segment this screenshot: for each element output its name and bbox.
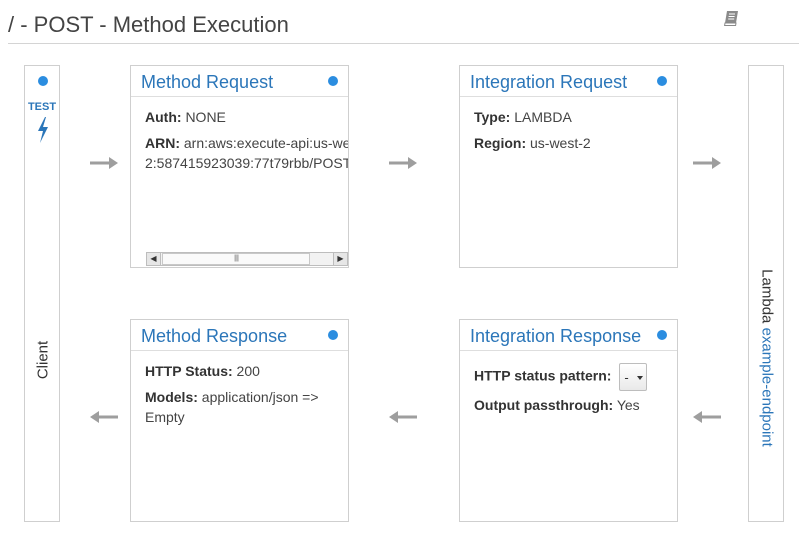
status-pattern-row: HTTP status pattern: - xyxy=(474,363,663,391)
chevron-down-icon xyxy=(637,376,644,380)
arn-label: ARN: xyxy=(145,135,180,151)
arrow-right-icon xyxy=(389,157,417,169)
integration-response-title[interactable]: Integration Response xyxy=(470,326,641,347)
scroll-left-arrow-icon[interactable]: ◀ xyxy=(147,253,161,265)
method-request-header[interactable]: Method Request xyxy=(131,66,348,97)
client-panel: TEST Client xyxy=(24,65,60,522)
status-pattern-label: HTTP status pattern: xyxy=(474,367,612,384)
test-link[interactable]: TEST xyxy=(25,101,59,113)
lambda-label: Lambda example-endpoint xyxy=(759,269,776,447)
arrow-right-icon xyxy=(693,157,721,169)
method-response-header[interactable]: Method Response xyxy=(131,320,348,351)
integration-response-header[interactable]: Integration Response xyxy=(460,320,677,351)
method-response-box: Method Response HTTP Status: 200 Models:… xyxy=(130,319,349,522)
passthrough-label: Output passthrough: xyxy=(474,397,614,413)
status-dot-icon xyxy=(328,330,338,340)
status-pattern-value: - xyxy=(624,370,629,385)
integration-response-box: Integration Response HTTP status pattern… xyxy=(459,319,678,522)
page-title: / - POST - Method Execution xyxy=(8,12,289,37)
auth-row: Auth: NONE xyxy=(145,107,334,127)
integration-request-header[interactable]: Integration Request xyxy=(460,66,677,97)
region-label: Region: xyxy=(474,135,527,151)
horizontal-scrollbar[interactable]: ◀ ||||| ▶ xyxy=(146,252,348,266)
auth-value: NONE xyxy=(185,109,226,125)
models-row: Models: application/json => Empty xyxy=(145,387,334,427)
integration-request-box: Integration Request Type: LAMBDA Region:… xyxy=(459,65,678,268)
status-pattern-select[interactable]: - xyxy=(619,363,648,391)
type-row: Type: LAMBDA xyxy=(474,107,663,127)
arn-row: ARN: arn:aws:execute-api:us-west-2:58741… xyxy=(145,133,348,173)
passthrough-value: Yes xyxy=(616,397,640,413)
method-request-box: Method Request Auth: NONE ARN: arn:aws:e… xyxy=(130,65,349,268)
method-response-title[interactable]: Method Response xyxy=(141,326,287,347)
arrow-left-icon xyxy=(389,411,417,423)
scrollbar-thumb[interactable]: ||||| xyxy=(162,253,310,265)
http-status-label: HTTP Status: xyxy=(145,363,233,379)
integration-request-title[interactable]: Integration Request xyxy=(470,72,627,93)
lambda-panel: Lambda example-endpoint xyxy=(748,65,784,522)
status-dot-icon xyxy=(328,76,338,86)
models-label: Models: xyxy=(145,389,198,405)
type-label: Type: xyxy=(474,109,511,125)
arrow-right-icon xyxy=(90,157,118,169)
passthrough-row: Output passthrough: Yes xyxy=(474,395,663,415)
lambda-prefix: Lambda xyxy=(758,269,776,324)
scroll-right-arrow-icon[interactable]: ▶ xyxy=(333,253,347,265)
method-request-title[interactable]: Method Request xyxy=(141,72,273,93)
client-label: Client xyxy=(34,340,52,380)
http-status-row: HTTP Status: 200 xyxy=(145,361,334,381)
status-dot-icon xyxy=(657,330,667,340)
lightning-bolt-icon[interactable] xyxy=(33,116,53,144)
client-status-dot-icon xyxy=(38,76,48,86)
region-row: Region: us-west-2 xyxy=(474,133,663,153)
auth-label: Auth: xyxy=(145,109,182,125)
lambda-function-link[interactable]: example-endpoint xyxy=(759,328,776,447)
region-value: us-west-2 xyxy=(530,135,591,151)
arrow-left-icon xyxy=(90,411,118,423)
title-divider xyxy=(8,43,799,44)
status-dot-icon xyxy=(657,76,667,86)
arrow-left-icon xyxy=(693,411,721,423)
http-status-value: 200 xyxy=(236,363,260,379)
book-icon[interactable] xyxy=(722,8,742,28)
type-value: LAMBDA xyxy=(514,109,572,125)
